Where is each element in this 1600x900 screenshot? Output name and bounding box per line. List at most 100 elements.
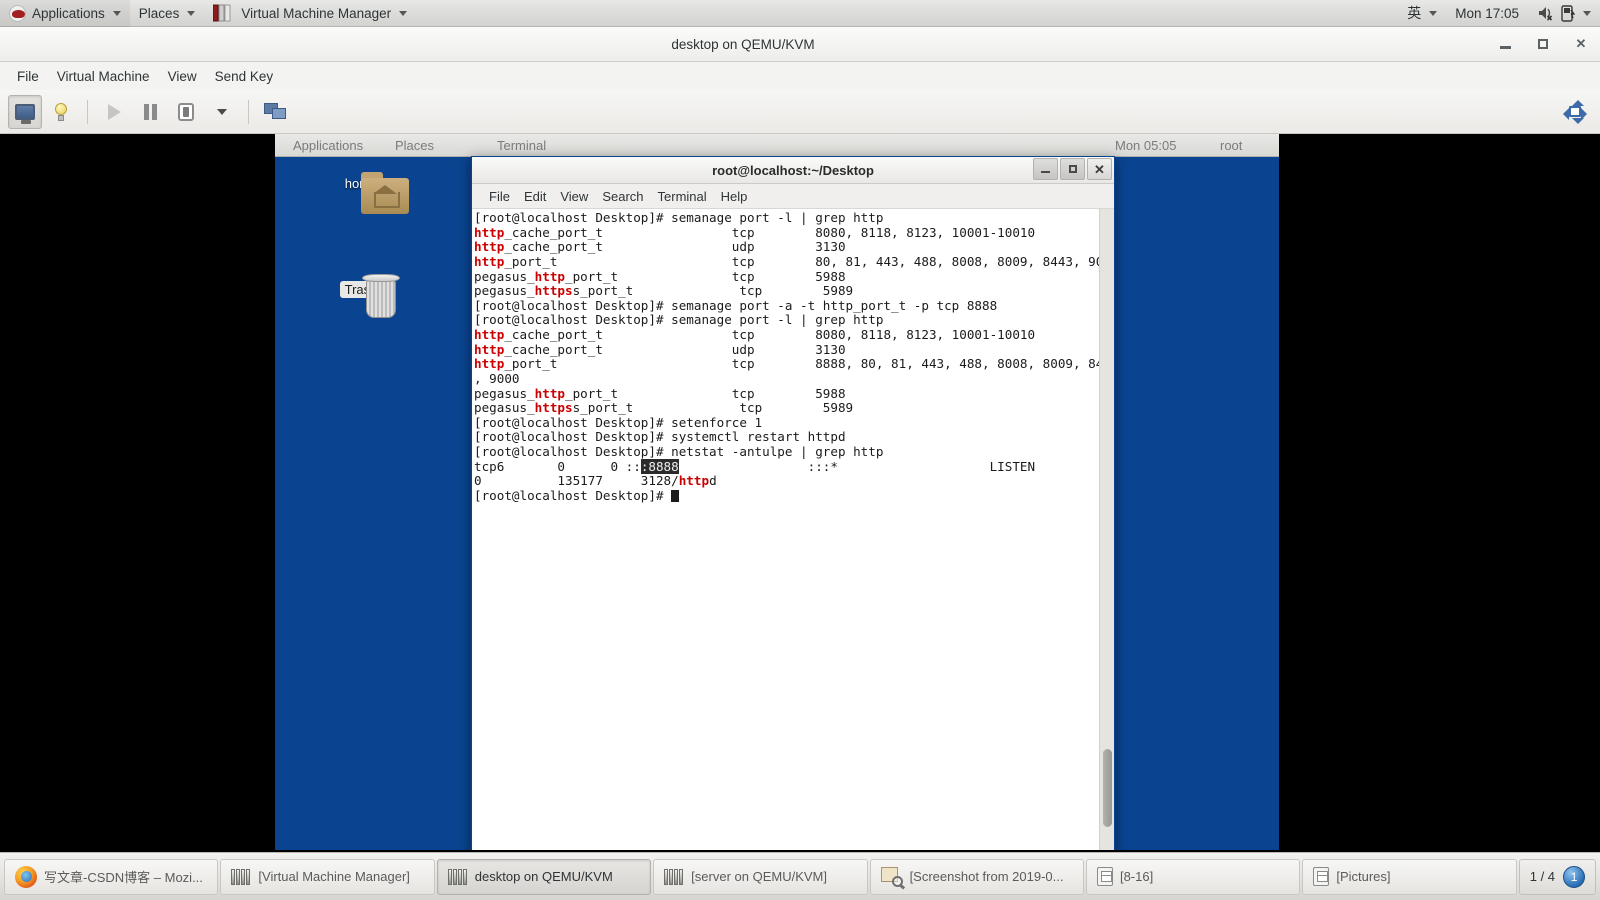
taskbar-item-virtual-machine-manager[interactable]: [Virtual Machine Manager] (220, 858, 435, 895)
maximize-icon (1538, 39, 1548, 49)
taskbar-item-label: [server on QEMU/KVM] (691, 869, 827, 884)
show-console-button[interactable] (8, 94, 42, 129)
places-menu[interactable]: Places (130, 0, 205, 27)
shutdown-options-button[interactable] (205, 95, 239, 129)
terminal-line: [root@localhost Desktop]# setenforce 1 (474, 415, 1099, 431)
chevron-down-icon (399, 10, 408, 16)
terminal-menu-help[interactable]: Help (714, 187, 755, 206)
workspace-switcher[interactable]: 1 / 4 1 (1518, 858, 1597, 895)
terminal-match-highlight: http (474, 224, 505, 240)
terminal-match-highlight: https (534, 400, 573, 416)
vmm-toolbar (0, 90, 1600, 134)
terminal-minimize-button[interactable] (1033, 158, 1058, 180)
terminal-text: [root@localhost Desktop]# (474, 487, 672, 503)
terminal-menu-terminal[interactable]: Terminal (651, 187, 714, 206)
guest-places-menu[interactable]: Places (395, 138, 434, 153)
terminal-scrollbar[interactable] (1099, 209, 1114, 850)
terminal-line: [root@localhost Desktop]# semanage port … (474, 210, 1099, 226)
terminal-maximize-button[interactable] (1060, 158, 1085, 180)
terminal-text: [root@localhost Desktop]# semanage port … (474, 297, 998, 313)
guest-applications-menu[interactable]: Applications (293, 138, 363, 153)
menu-view[interactable]: View (159, 66, 206, 87)
guest-window-title[interactable]: Terminal (497, 138, 546, 153)
terminal-line: tcp6 0 0 :::8888 :::* LISTEN (474, 458, 1099, 475)
desktop-icon-trash[interactable]: Trash (323, 274, 400, 318)
terminal-output[interactable]: [root@localhost Desktop]# semanage port … (472, 209, 1099, 850)
terminal-match-highlight: http (474, 253, 505, 269)
terminal-close-button[interactable]: ✕ (1087, 158, 1112, 180)
terminal-line: http_cache_port_t udp 3130 (474, 239, 1099, 255)
shutdown-vm-button[interactable] (169, 95, 203, 129)
show-console-icon (15, 103, 35, 124)
close-icon: ✕ (1094, 161, 1105, 177)
pause-vm-button[interactable] (133, 95, 167, 129)
minimize-icon (1499, 46, 1511, 49)
terminal-text: _cache_port_t udp 3130 (504, 341, 846, 357)
taskbar-item-folder-pictures[interactable]: [Pictures] (1302, 858, 1517, 895)
guest-clock[interactable]: Mon 05:05 (1115, 138, 1176, 153)
show-details-button[interactable] (44, 95, 78, 129)
guest-top-panel: Applications Places Terminal Mon 05:05 r… (275, 134, 1279, 157)
input-method-label: 英 (1407, 5, 1422, 21)
terminal-match-highlight: http (678, 473, 710, 489)
menu-send-key[interactable]: Send Key (206, 66, 283, 87)
toolbar-separator (87, 99, 88, 124)
terminal-text: [root@localhost Desktop]# semanage port … (474, 312, 884, 328)
input-method-indicator[interactable]: 英 (1398, 0, 1446, 27)
terminal-match-highlight: http (534, 385, 566, 401)
guest-desktop[interactable]: Applications Places Terminal Mon 05:05 r… (275, 134, 1279, 850)
chevron-down-icon (187, 10, 196, 16)
terminal-body[interactable]: [root@localhost Desktop]# semanage port … (472, 209, 1114, 850)
workspace-current-indicator[interactable]: 1 (1563, 865, 1586, 888)
menu-virtual-machine[interactable]: Virtual Machine (48, 66, 159, 87)
terminal-text: _port_t tcp 5988 (565, 385, 846, 401)
system-status-menu[interactable] (1528, 0, 1600, 27)
manage-snapshots-button[interactable] (258, 95, 292, 129)
run-vm-button[interactable] (97, 95, 131, 129)
taskbar-item-firefox[interactable]: 写文章-CSDN博客 – Mozi... (4, 858, 219, 895)
terminal-window[interactable]: root@localhost:~/Desktop ✕ File Edit Vie… (471, 156, 1115, 850)
vmm-maximize-button[interactable] (1524, 27, 1562, 61)
terminal-match-highlight: http (474, 239, 505, 255)
manage-snapshots-icon (264, 102, 286, 121)
fullscreen-button[interactable] (1558, 95, 1592, 129)
terminal-menu-view[interactable]: View (553, 187, 595, 206)
terminal-window-title: root@localhost:~/Desktop (712, 162, 874, 178)
terminal-scrollbar-thumb[interactable] (1103, 749, 1112, 827)
firefox-icon (15, 865, 37, 888)
terminal-menu-edit[interactable]: Edit (517, 187, 553, 206)
vmm-minimize-button[interactable] (1486, 27, 1524, 61)
terminal-menu-search[interactable]: Search (595, 187, 650, 206)
terminal-text: _port_t tcp 80, 81, 443, 488, 8008, 8009… (504, 253, 1099, 269)
taskbar-item-screenshot[interactable]: [Screenshot from 2019-0... (869, 858, 1084, 895)
clock-label: Mon 17:05 (1455, 5, 1519, 21)
desktop-icon-home[interactable]: home (323, 172, 409, 214)
guest-user-menu[interactable]: root (1220, 138, 1242, 153)
taskbar-item-server-vm[interactable]: [server on QEMU/KVM] (653, 858, 868, 895)
terminal-line: pegasus_httpss_port_t tcp 5989 (474, 283, 1099, 299)
bottom-taskbar: 写文章-CSDN博客 – Mozi... [Virtual Machine Ma… (0, 852, 1600, 900)
terminal-text: [root@localhost Desktop]# semanage port … (474, 210, 884, 225)
terminal-menu-file[interactable]: File (482, 187, 517, 206)
taskbar-item-desktop-vm[interactable]: desktop on QEMU/KVM (436, 858, 652, 895)
taskbar-item-label: 写文章-CSDN博客 – Mozi... (44, 870, 203, 885)
clock[interactable]: Mon 17:05 (1446, 0, 1528, 27)
vm-console-viewport[interactable]: Applications Places Terminal Mon 05:05 r… (0, 134, 1600, 852)
applications-menu[interactable]: Applications (0, 0, 130, 27)
terminal-line: , 9000 (474, 371, 1099, 387)
terminal-match-highlight: http (474, 341, 505, 357)
places-menu-label: Places (138, 5, 180, 21)
terminal-line: http_cache_port_t tcp 8080, 8118, 8123, … (474, 224, 1099, 241)
active-app-title: Virtual Machine Manager (241, 5, 392, 21)
terminal-titlebar[interactable]: root@localhost:~/Desktop ✕ (472, 157, 1114, 184)
terminal-text: :::* LISTEN (678, 458, 1036, 474)
terminal-text: pegasus_ (474, 283, 535, 299)
speaker-muted-icon (1537, 5, 1555, 21)
menu-file[interactable]: File (8, 66, 48, 87)
vmm-close-button[interactable]: ✕ (1562, 27, 1600, 61)
taskbar-item-folder-8-16[interactable]: [8-16] (1085, 858, 1301, 895)
taskbar-item-label: [8-16] (1119, 869, 1154, 884)
run-vm-icon (107, 103, 121, 120)
active-app-menu[interactable]: Virtual Machine Manager (204, 0, 416, 27)
taskbar-item-label: [Pictures] (1336, 869, 1391, 884)
